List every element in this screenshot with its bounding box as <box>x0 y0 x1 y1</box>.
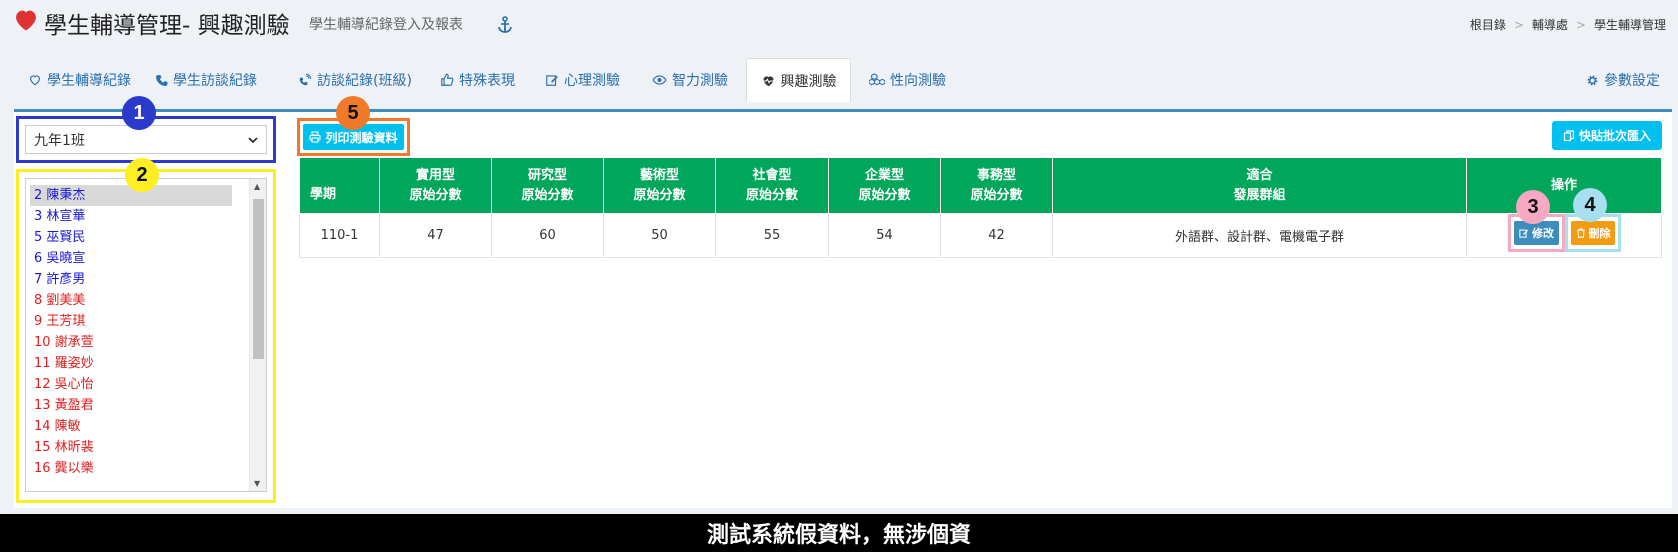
delete-button[interactable]: 刪除 <box>1571 221 1615 245</box>
student-item[interactable]: 9 王芳琪 <box>30 311 232 332</box>
scroll-up-icon[interactable]: ▲ <box>254 182 260 191</box>
header-term: 學期 <box>299 157 380 214</box>
header-suitable-groups: 適合 發展群組 <box>1052 157 1467 214</box>
cubes-icon <box>869 73 885 86</box>
anchor-icon[interactable] <box>497 16 513 34</box>
student-item[interactable]: 3 林宣華 <box>30 206 232 227</box>
delete-button-label: 刪除 <box>1588 227 1611 240</box>
tab-interview-records[interactable]: 學生訪談紀錄 <box>155 58 257 102</box>
copy-icon <box>1563 129 1575 141</box>
page-subtitle: 學生輔導紀錄登入及報表 <box>309 17 463 33</box>
class-select[interactable]: 九年1班 <box>25 125 267 154</box>
tab-label: 學生訪談紀錄 <box>173 73 257 89</box>
paste-import-button[interactable]: 快貼批次匯入 <box>1552 121 1662 150</box>
tab-guidance-records[interactable]: 學生輔導紀錄 <box>28 58 131 102</box>
tab-label: 訪談紀錄(班級) <box>317 73 412 89</box>
header-conventional: 事務型 原始分數 <box>940 157 1053 214</box>
student-item[interactable]: 6 吳曉宣 <box>30 248 232 269</box>
chevron-down-icon <box>248 136 258 143</box>
header-artistic: 藝術型 原始分數 <box>603 157 716 214</box>
tab-label: 興趣測驗 <box>780 73 837 90</box>
header-investigative: 研究型 原始分數 <box>491 157 604 214</box>
student-item[interactable]: 12 吳心怡 <box>30 374 232 395</box>
cell-enterprising: 54 <box>828 213 941 258</box>
gear-icon <box>1587 75 1598 85</box>
print-button-label: 列印測驗資料 <box>325 130 398 145</box>
trash-icon <box>1576 228 1585 238</box>
tab-label: 智力測驗 <box>672 73 728 89</box>
marker-5: 5 <box>336 96 370 130</box>
student-item[interactable]: 11 羅姿妙 <box>30 353 232 374</box>
print-icon <box>309 131 322 143</box>
tab-special-performance[interactable]: 特殊表現 <box>440 58 515 102</box>
header-social: 社會型 原始分數 <box>715 157 829 214</box>
student-item[interactable]: 15 林昕裴 <box>30 437 232 458</box>
cell-suitable-groups: 外語群、設計群、電機電子群 <box>1052 213 1467 258</box>
cell-social: 55 <box>715 213 829 258</box>
tab-aptitude-test[interactable]: 性向測驗 <box>869 58 946 102</box>
page-title: 學生輔導管理- 興趣測驗 <box>44 13 290 39</box>
tab-label: 特殊表現 <box>459 73 515 89</box>
tab-psychological-test[interactable]: 心理測驗 <box>545 58 620 102</box>
edit-icon <box>546 75 558 86</box>
edit-icon <box>1519 229 1529 238</box>
tab-label: 性向測驗 <box>890 73 946 89</box>
marker-4: 4 <box>1573 188 1607 222</box>
student-list[interactable]: 2 陳秉杰 3 林宣華 5 巫賢民 6 吳曉宣 7 許彥男 8 劉美美 9 王芳琪 10 謝承… <box>25 178 267 492</box>
cell-artistic: 50 <box>603 213 716 258</box>
student-item[interactable]: 13 黃盈君 <box>30 395 232 416</box>
cell-investigative: 60 <box>491 213 604 258</box>
student-items: 2 陳秉杰 3 林宣華 5 巫賢民 6 吳曉宣 7 許彥男 8 劉美美 9 王芳琪 10 謝承… <box>30 185 232 479</box>
tab-intelligence-test[interactable]: 智力測驗 <box>652 58 728 102</box>
thumbs-up-icon <box>441 73 454 86</box>
table-row: 110-1 47 60 50 55 54 42 外語群、設計群、電機電子群 <box>299 213 1662 258</box>
page-header: 學生輔導管理- 興趣測驗 學生輔導紀錄登入及報表 根目錄 > 輔導處 > 學生輔導管理 <box>0 0 1678 50</box>
tab-bar: 學生輔導紀錄 學生訪談紀錄 訪談紀錄(班級) 特殊表現 心理測驗 智力測驗 興趣… <box>14 58 1672 102</box>
tab-label: 學生輔導紀錄 <box>47 73 131 89</box>
breadcrumb-current: 學生輔導管理 <box>1593 18 1666 32</box>
tab-label: 心理測驗 <box>564 73 620 89</box>
scrollbar[interactable]: ▲ ▼ <box>249 179 266 491</box>
table-header-row: 學期 實用型 原始分數 研究型 原始分數 藝術型 原始分數 社會型 原始分數 企業型 原始… <box>299 157 1662 214</box>
marker-1: 1 <box>122 96 156 130</box>
heart-outline-icon <box>30 75 40 86</box>
paste-import-label: 快貼批次匯入 <box>1578 129 1651 143</box>
scroll-thumb[interactable] <box>253 199 264 359</box>
cell-term: 110-1 <box>299 213 380 258</box>
heart-icon <box>16 10 36 31</box>
breadcrumb-office[interactable]: 輔導處 <box>1532 18 1568 32</box>
marker-3: 3 <box>1516 190 1550 224</box>
student-item[interactable]: 10 謝承萱 <box>30 332 232 353</box>
student-item[interactable]: 14 陳敏 <box>30 416 232 437</box>
student-item[interactable]: 16 龔以樂 <box>30 458 232 479</box>
volume-control-phone-icon <box>299 73 312 86</box>
header-realistic: 實用型 原始分數 <box>379 157 492 214</box>
header-actions: 操作 <box>1466 157 1662 214</box>
eye-icon <box>652 75 667 85</box>
footer-disclaimer: 測試系統假資料，無涉個資 <box>0 514 1678 552</box>
marker-2: 2 <box>125 158 159 192</box>
scores-table: 學期 實用型 原始分數 研究型 原始分數 藝術型 原始分數 社會型 原始分數 企業型 原始… <box>299 157 1662 258</box>
header-enterprising: 企業型 原始分數 <box>828 157 941 214</box>
edit-button[interactable]: 修改 <box>1514 221 1559 245</box>
student-item[interactable]: 5 巫賢民 <box>30 227 232 248</box>
heartbeat-icon <box>762 75 774 86</box>
tab-interest-test[interactable]: 興趣測驗 <box>746 58 851 102</box>
student-item[interactable]: 7 許彥男 <box>30 269 232 290</box>
breadcrumb-root[interactable]: 根目錄 <box>1470 18 1506 32</box>
scroll-down-icon[interactable]: ▼ <box>254 479 260 488</box>
edit-button-label: 修改 <box>1532 227 1554 240</box>
cell-conventional: 42 <box>940 213 1053 258</box>
student-list-highlight: 2 陳秉杰 3 林宣華 5 巫賢民 6 吳曉宣 7 許彥男 8 劉美美 9 王芳琪 10 謝承… <box>16 169 276 503</box>
phone-icon <box>156 74 168 86</box>
breadcrumb: 根目錄 > 輔導處 > 學生輔導管理 <box>1469 18 1666 32</box>
tab-label: 參數設定 <box>1604 73 1660 89</box>
student-item[interactable]: 8 劉美美 <box>30 290 232 311</box>
tab-settings[interactable]: 參數設定 <box>1586 58 1660 102</box>
cell-realistic: 47 <box>379 213 492 258</box>
class-select-value: 九年1班 <box>34 132 85 149</box>
